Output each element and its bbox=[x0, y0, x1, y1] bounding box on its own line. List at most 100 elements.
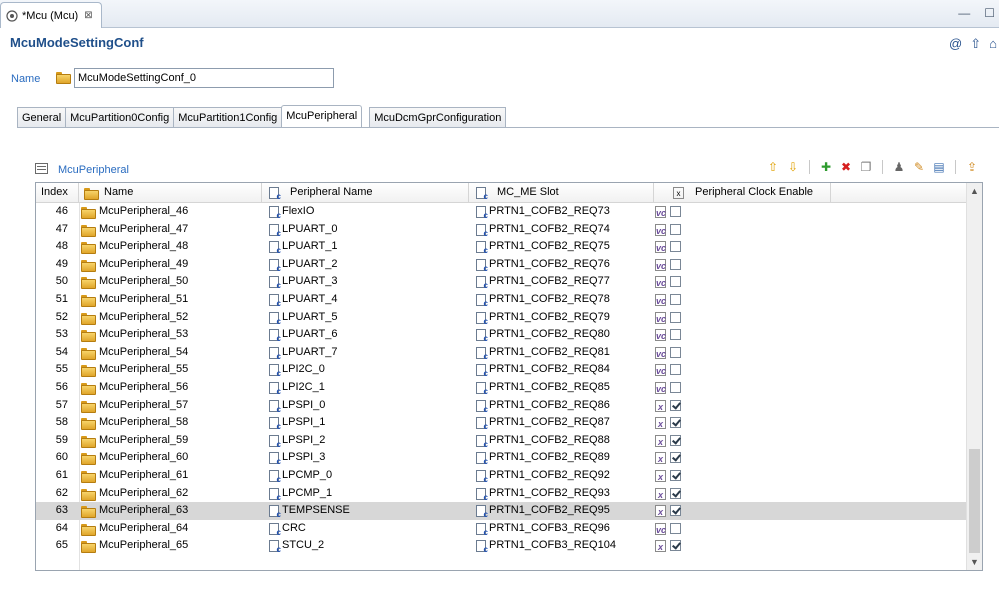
clock-enable-checkbox[interactable] bbox=[670, 487, 681, 499]
default-value-icon[interactable]: vc bbox=[655, 381, 666, 394]
cell-name[interactable]: McuPeripheral_49 bbox=[79, 256, 261, 274]
user-icon[interactable]: ♟ bbox=[892, 160, 906, 174]
clock-enable-checkbox[interactable] bbox=[670, 469, 681, 481]
cell-name[interactable]: McuPeripheral_51 bbox=[79, 291, 261, 309]
table-row[interactable]: 50 McuPeripheral_50 LPUART_3 PRTN1_COFB2_RE… bbox=[36, 273, 967, 291]
edit-table-icon[interactable]: ▤ bbox=[932, 160, 946, 174]
cell-peripheral-name[interactable]: LPUART_6 bbox=[262, 326, 468, 344]
cell-mc-me-slot[interactable]: PRTN1_COFB2_REQ84 bbox=[469, 361, 654, 379]
value-set-icon[interactable]: x bbox=[655, 487, 666, 500]
cell-name[interactable]: McuPeripheral_59 bbox=[79, 432, 261, 450]
table-row[interactable]: 49 McuPeripheral_49 LPUART_2 PRTN1_COFB2_RE… bbox=[36, 256, 967, 274]
cell-peripheral-clock-enable[interactable]: vc bbox=[654, 238, 830, 256]
cell-name[interactable]: McuPeripheral_54 bbox=[79, 344, 261, 362]
table-row[interactable]: 48 McuPeripheral_48 LPUART_1 PRTN1_COFB2_RE… bbox=[36, 238, 967, 256]
table-row[interactable]: 54 McuPeripheral_54 LPUART_7 PRTN1_COFB2_RE… bbox=[36, 344, 967, 362]
column-header-name[interactable]: Name bbox=[79, 183, 262, 203]
at-icon[interactable]: @ bbox=[949, 36, 962, 52]
cell-peripheral-name[interactable]: LPSPI_3 bbox=[262, 449, 468, 467]
cell-peripheral-name[interactable]: LPUART_3 bbox=[262, 273, 468, 291]
cell-mc-me-slot[interactable]: PRTN1_COFB2_REQ92 bbox=[469, 467, 654, 485]
table-row[interactable]: 58 McuPeripheral_58 LPSPI_1 PRTN1_COFB2_REQ… bbox=[36, 414, 967, 432]
cell-mc-me-slot[interactable]: PRTN1_COFB2_REQ81 bbox=[469, 344, 654, 362]
cell-name[interactable]: McuPeripheral_57 bbox=[79, 397, 261, 415]
cell-name[interactable]: McuPeripheral_60 bbox=[79, 449, 261, 467]
copy-icon[interactable]: ❐ bbox=[859, 160, 873, 174]
cell-peripheral-clock-enable[interactable]: vc bbox=[654, 379, 830, 397]
clock-enable-checkbox[interactable] bbox=[670, 364, 681, 376]
table-row[interactable]: 51 McuPeripheral_51 LPUART_4 PRTN1_COFB2_RE… bbox=[36, 291, 967, 309]
cell-peripheral-clock-enable[interactable]: x bbox=[654, 432, 830, 450]
tab-mcu-partition1-config[interactable]: McuPartition1Config bbox=[173, 107, 283, 128]
move-up-icon[interactable]: ⇧ bbox=[766, 160, 780, 174]
default-value-icon[interactable]: vc bbox=[655, 364, 666, 377]
cell-peripheral-clock-enable[interactable]: vc bbox=[654, 221, 830, 239]
clock-enable-checkbox[interactable] bbox=[670, 276, 681, 288]
table-row[interactable]: 55 McuPeripheral_55 LPI2C_0 PRTN1_COFB2_REQ… bbox=[36, 361, 967, 379]
cell-mc-me-slot[interactable]: PRTN1_COFB2_REQ74 bbox=[469, 221, 654, 239]
tab-mcu-dcm-gpr-configuration[interactable]: McuDcmGprConfiguration bbox=[369, 107, 507, 128]
cell-peripheral-name[interactable]: LPUART_1 bbox=[262, 238, 468, 256]
table-row[interactable]: 53 McuPeripheral_53 LPUART_6 PRTN1_COFB2_RE… bbox=[36, 326, 967, 344]
cell-peripheral-name[interactable]: LPI2C_0 bbox=[262, 361, 468, 379]
table-row[interactable]: 61 McuPeripheral_61 LPCMP_0 PRTN1_COFB2_REQ… bbox=[36, 467, 967, 485]
value-set-icon[interactable]: x bbox=[655, 399, 666, 412]
clock-enable-checkbox[interactable] bbox=[670, 540, 681, 552]
cell-name[interactable]: McuPeripheral_62 bbox=[79, 485, 261, 503]
cell-name[interactable]: McuPeripheral_50 bbox=[79, 273, 261, 291]
cell-mc-me-slot[interactable]: PRTN1_COFB2_REQ89 bbox=[469, 449, 654, 467]
cell-peripheral-name[interactable]: LPSPI_0 bbox=[262, 397, 468, 415]
clock-enable-checkbox[interactable] bbox=[670, 346, 681, 358]
cell-name[interactable]: McuPeripheral_63 bbox=[79, 502, 261, 520]
cell-peripheral-clock-enable[interactable]: x bbox=[654, 537, 830, 555]
cell-peripheral-clock-enable[interactable]: vc bbox=[654, 361, 830, 379]
cell-peripheral-name[interactable]: LPUART_0 bbox=[262, 221, 468, 239]
move-down-icon[interactable]: ⇩ bbox=[786, 160, 800, 174]
cell-peripheral-name[interactable]: LPUART_2 bbox=[262, 256, 468, 274]
cell-mc-me-slot[interactable]: PRTN1_COFB2_REQ95 bbox=[469, 502, 654, 520]
clock-enable-checkbox[interactable] bbox=[670, 522, 681, 534]
clock-enable-checkbox[interactable] bbox=[670, 241, 681, 253]
cell-peripheral-clock-enable[interactable]: vc bbox=[654, 273, 830, 291]
table-row[interactable]: 62 McuPeripheral_62 LPCMP_1 PRTN1_COFB2_REQ… bbox=[36, 485, 967, 503]
cell-peripheral-clock-enable[interactable]: vc bbox=[654, 203, 830, 221]
table-row[interactable]: 56 McuPeripheral_56 LPI2C_1 PRTN1_COFB2_REQ… bbox=[36, 379, 967, 397]
cell-mc-me-slot[interactable]: PRTN1_COFB2_REQ79 bbox=[469, 309, 654, 327]
cell-name[interactable]: McuPeripheral_65 bbox=[79, 537, 261, 555]
cell-peripheral-name[interactable]: LPSPI_1 bbox=[262, 414, 468, 432]
cell-peripheral-clock-enable[interactable]: x bbox=[654, 414, 830, 432]
table-row[interactable]: 59 McuPeripheral_59 LPSPI_2 PRTN1_COFB2_REQ… bbox=[36, 432, 967, 450]
column-header-index[interactable]: Index bbox=[36, 183, 79, 203]
tab-mcu-peripheral[interactable]: McuPeripheral bbox=[281, 105, 363, 128]
clock-enable-checkbox[interactable] bbox=[670, 505, 681, 517]
cell-peripheral-name[interactable]: CRC bbox=[262, 520, 468, 538]
clock-enable-checkbox[interactable] bbox=[670, 293, 681, 305]
cell-peripheral-clock-enable[interactable]: vc bbox=[654, 309, 830, 327]
default-value-icon[interactable]: vc bbox=[655, 223, 666, 236]
clock-enable-checkbox[interactable] bbox=[670, 399, 681, 411]
table-row[interactable]: 60 McuPeripheral_60 LPSPI_3 PRTN1_COFB2_REQ… bbox=[36, 449, 967, 467]
cell-name[interactable]: McuPeripheral_48 bbox=[79, 238, 261, 256]
value-set-icon[interactable]: x bbox=[655, 540, 666, 553]
cell-peripheral-clock-enable[interactable]: vc bbox=[654, 256, 830, 274]
clock-enable-checkbox[interactable] bbox=[670, 381, 681, 393]
cell-mc-me-slot[interactable]: PRTN1_COFB2_REQ76 bbox=[469, 256, 654, 274]
cell-peripheral-clock-enable[interactable]: vc bbox=[654, 344, 830, 362]
cell-mc-me-slot[interactable]: PRTN1_COFB2_REQ93 bbox=[469, 485, 654, 503]
table-row[interactable]: 65 McuPeripheral_65 STCU_2 PRTN1_COFB3_REQ1… bbox=[36, 537, 967, 555]
cell-mc-me-slot[interactable]: PRTN1_COFB2_REQ85 bbox=[469, 379, 654, 397]
cell-name[interactable]: McuPeripheral_55 bbox=[79, 361, 261, 379]
cell-mc-me-slot[interactable]: PRTN1_COFB2_REQ77 bbox=[469, 273, 654, 291]
value-set-icon[interactable]: x bbox=[655, 505, 666, 518]
cell-peripheral-clock-enable[interactable]: x bbox=[654, 485, 830, 503]
cell-peripheral-clock-enable[interactable]: x bbox=[654, 449, 830, 467]
cell-peripheral-name[interactable]: LPSPI_2 bbox=[262, 432, 468, 450]
cell-peripheral-name[interactable]: LPUART_7 bbox=[262, 344, 468, 362]
column-header-mc-me-slot[interactable]: MC_ME Slot bbox=[469, 183, 654, 203]
cell-peripheral-clock-enable[interactable]: x bbox=[654, 502, 830, 520]
default-value-icon[interactable]: vc bbox=[655, 241, 666, 254]
cell-name[interactable]: McuPeripheral_46 bbox=[79, 203, 261, 221]
value-set-icon[interactable]: x bbox=[655, 469, 666, 482]
cell-mc-me-slot[interactable]: PRTN1_COFB2_REQ88 bbox=[469, 432, 654, 450]
cell-peripheral-clock-enable[interactable]: vc bbox=[654, 326, 830, 344]
